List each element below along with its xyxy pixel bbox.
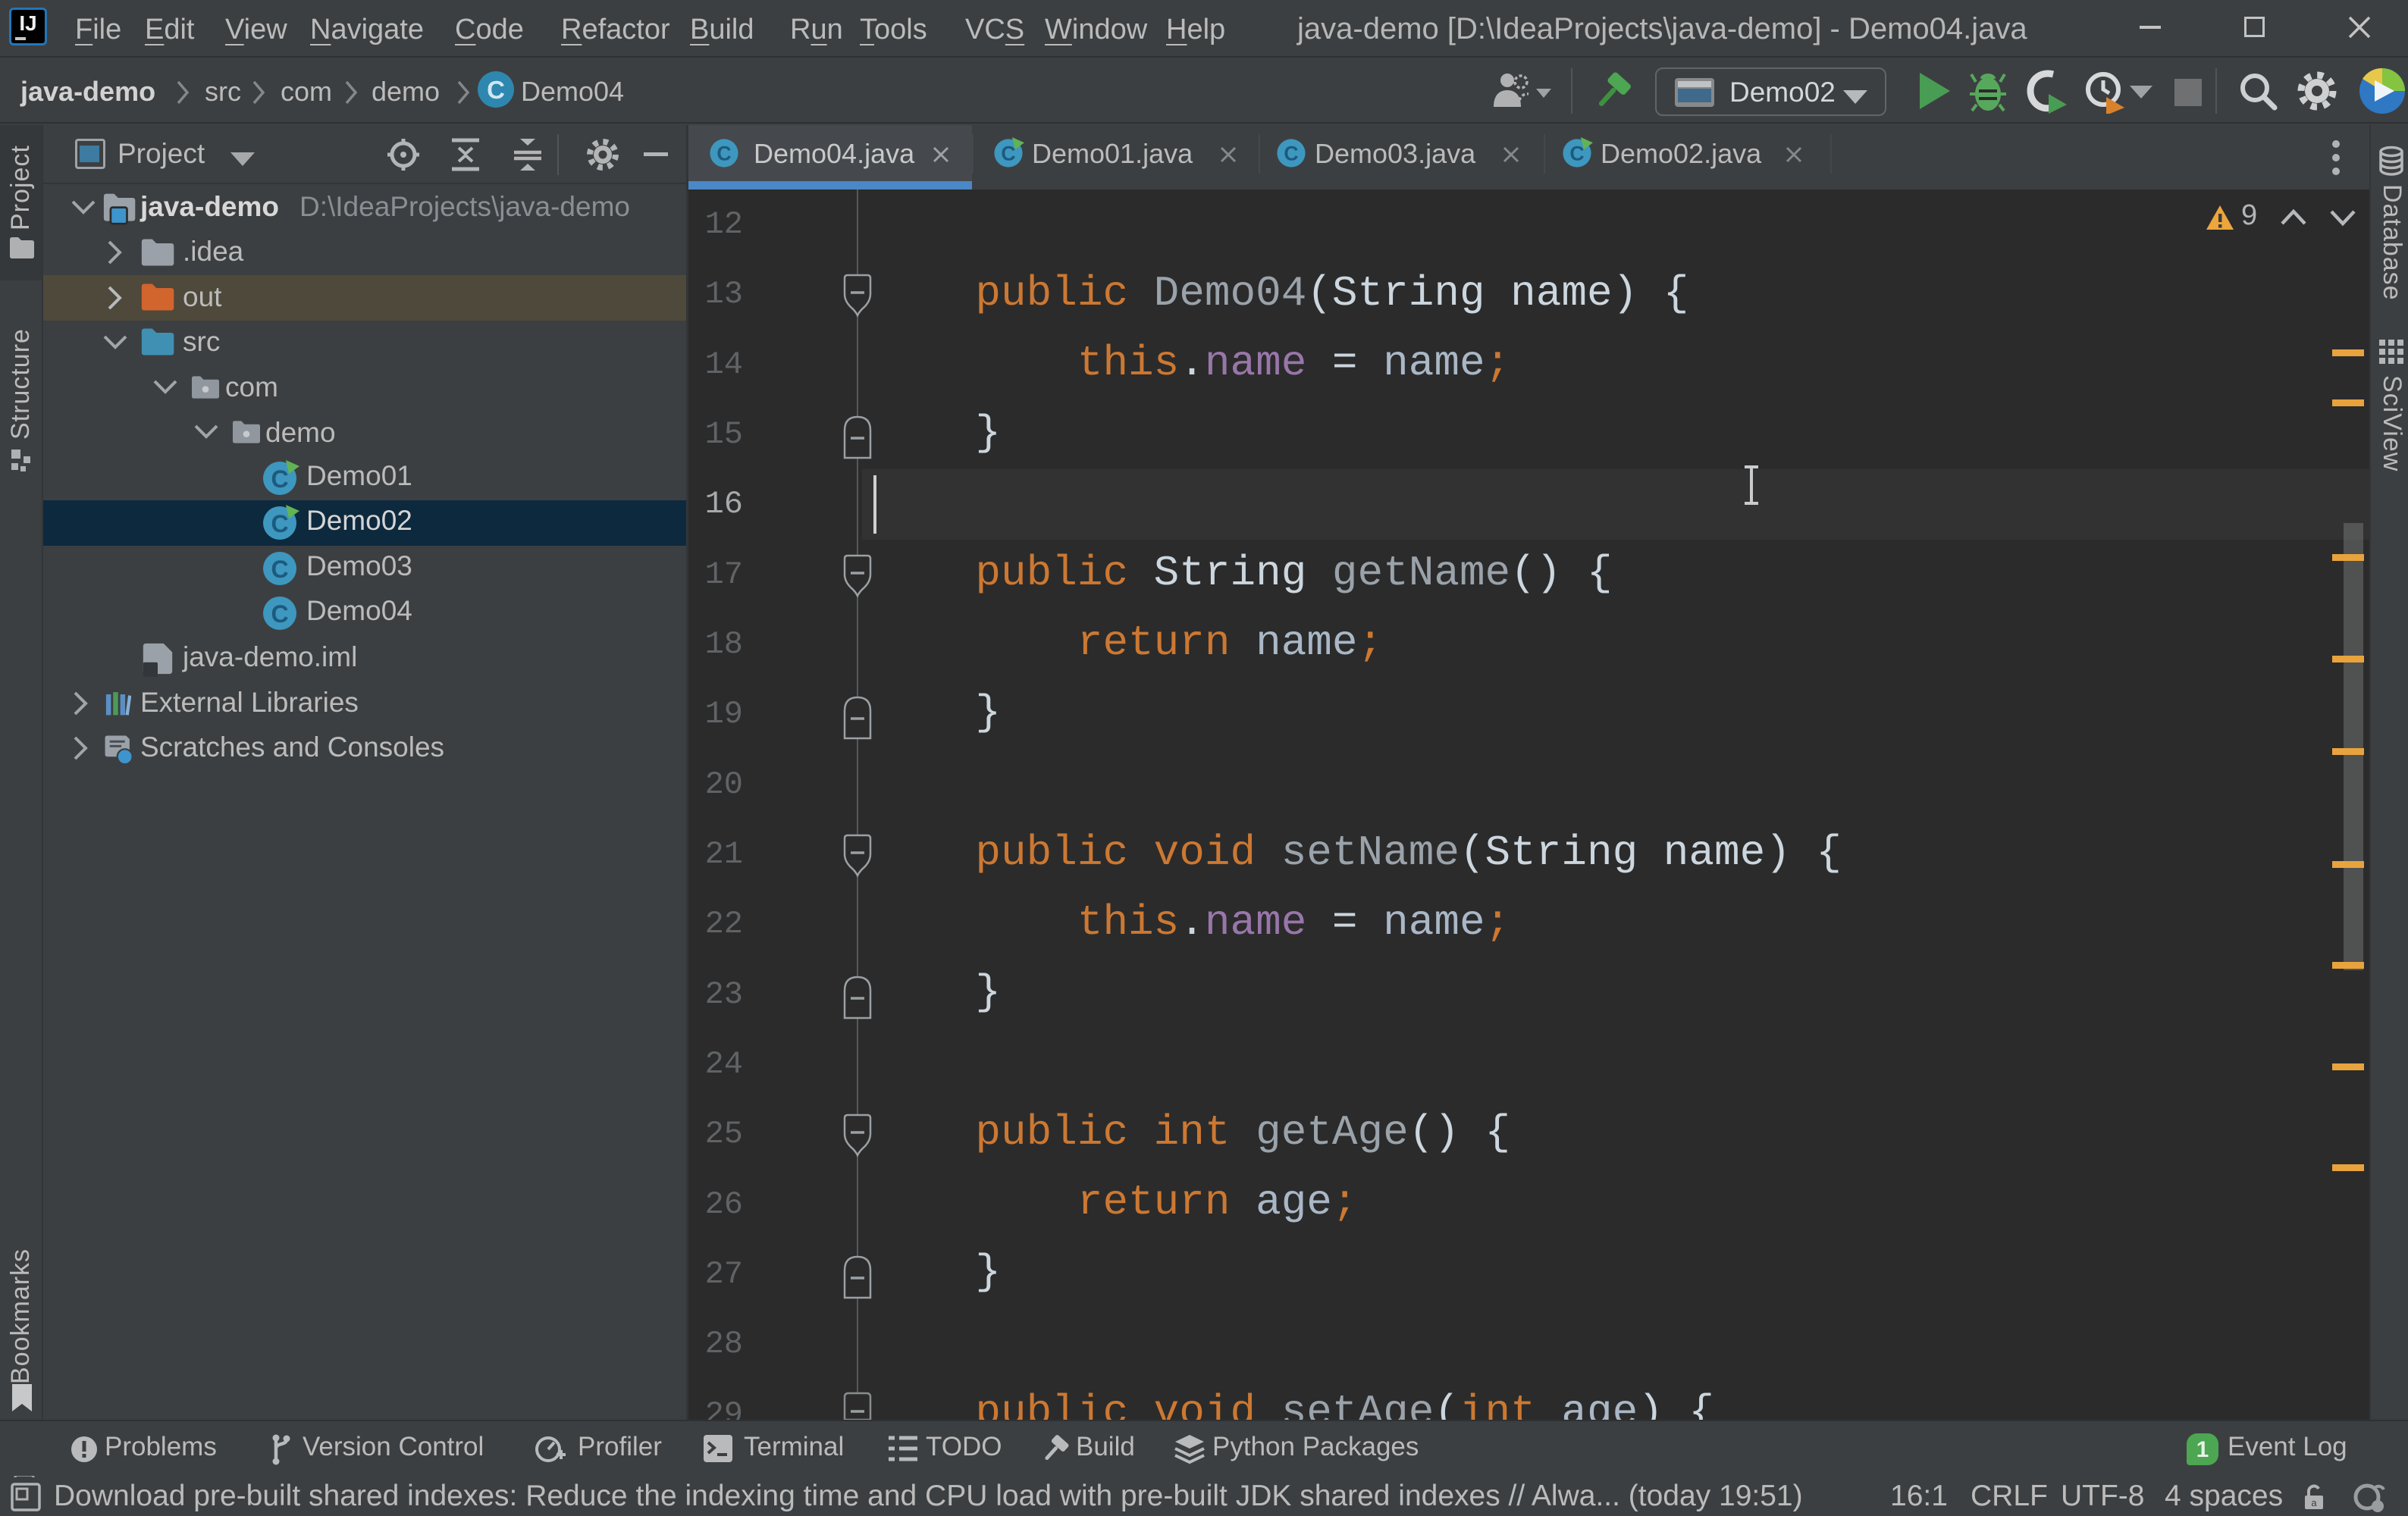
svg-text:C: C	[271, 556, 288, 583]
svg-text:C: C	[716, 143, 731, 165]
svg-text:C: C	[1284, 143, 1298, 165]
svg-text:a: a	[2311, 1497, 2317, 1508]
svg-text:C: C	[271, 465, 288, 493]
svg-text:C: C	[1569, 143, 1584, 165]
svg-text:C: C	[271, 600, 288, 628]
svg-text:C: C	[271, 510, 288, 537]
svg-text:C: C	[1001, 143, 1015, 165]
